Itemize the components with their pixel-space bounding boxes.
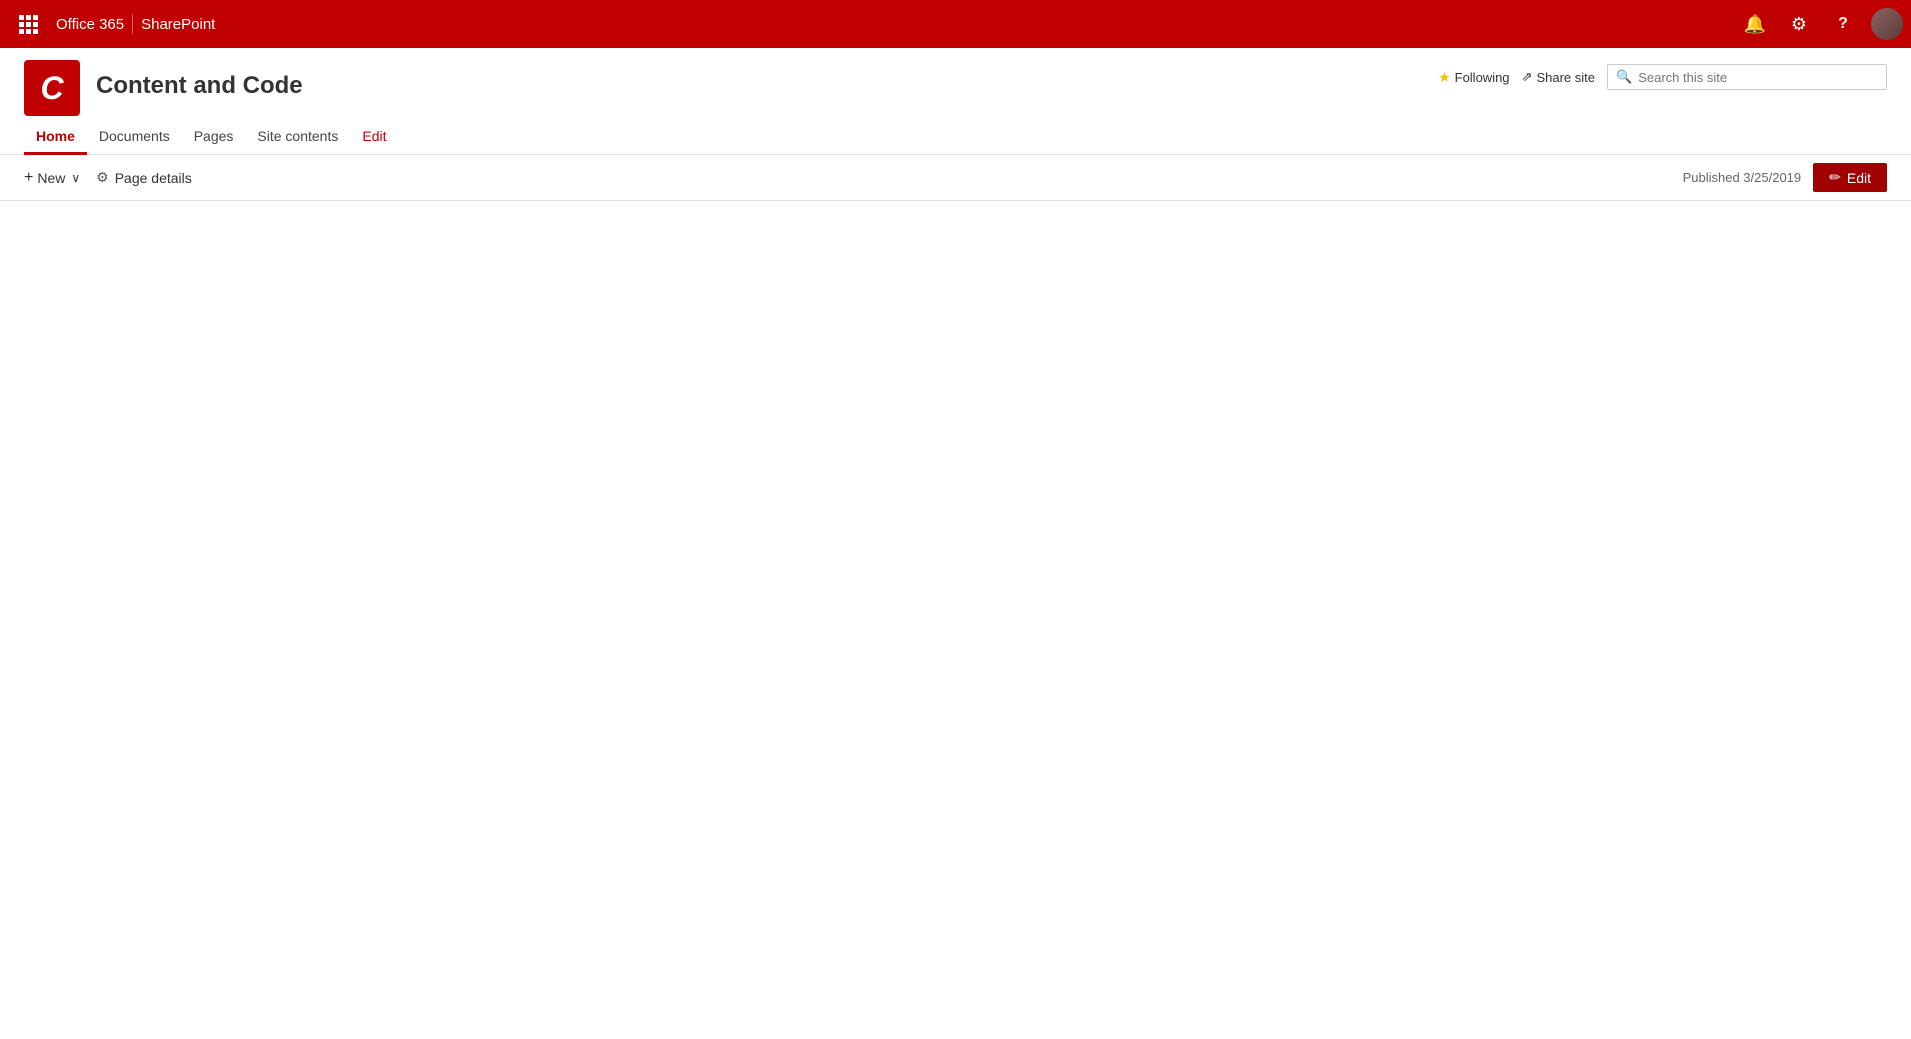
- nav-item-pages[interactable]: Pages: [182, 120, 246, 155]
- site-logo-letter: C: [40, 70, 63, 107]
- site-logo: C: [24, 60, 80, 116]
- top-bar-right: 🔔 ⚙ ?: [1735, 4, 1903, 44]
- top-navigation-bar: Office 365 SharePoint 🔔 ⚙ ?: [0, 0, 1911, 48]
- search-box[interactable]: 🔍: [1607, 64, 1887, 90]
- following-button[interactable]: ★ Following: [1438, 69, 1509, 86]
- edit-page-button[interactable]: ✏ Edit: [1813, 163, 1887, 192]
- share-site-button[interactable]: ⇗ Share site: [1522, 69, 1595, 85]
- share-icon: ⇗: [1522, 69, 1533, 85]
- help-icon: ?: [1838, 15, 1848, 33]
- search-input[interactable]: [1638, 70, 1878, 85]
- page-details-label: Page details: [115, 170, 192, 186]
- toolbar-right: Published 3/25/2019 ✏ Edit: [1683, 163, 1887, 192]
- star-icon: ★: [1438, 69, 1451, 86]
- site-identity: C Content and Code: [24, 60, 303, 116]
- site-header-top: C Content and Code ★ Following ⇗ Share s…: [24, 60, 1887, 116]
- share-label: Share site: [1536, 70, 1595, 85]
- site-title-container: Content and Code: [96, 72, 303, 104]
- site-title: Content and Code: [96, 72, 303, 100]
- office365-label: Office 365: [48, 14, 133, 34]
- settings-button[interactable]: ⚙: [1779, 4, 1819, 44]
- chevron-down-icon: ∨: [71, 171, 80, 185]
- avatar-image: [1871, 8, 1903, 40]
- plus-icon: +: [24, 169, 33, 187]
- nav-item-documents[interactable]: Documents: [87, 120, 182, 155]
- following-label: Following: [1455, 70, 1510, 85]
- nav-item-site-contents[interactable]: Site contents: [245, 120, 350, 155]
- user-avatar[interactable]: [1871, 8, 1903, 40]
- notifications-button[interactable]: 🔔: [1735, 4, 1775, 44]
- new-label: New: [37, 170, 65, 186]
- published-status: Published 3/25/2019: [1683, 170, 1802, 185]
- site-header-actions: ★ Following ⇗ Share site 🔍: [1438, 60, 1887, 90]
- page-details-gear-icon: ⚙: [96, 169, 109, 186]
- waffle-icon: [19, 15, 38, 34]
- sharepoint-label: SharePoint: [141, 16, 215, 33]
- page-content-area: [0, 201, 1911, 1001]
- site-navigation: Home Documents Pages Site contents Edit: [24, 120, 1887, 154]
- nav-item-home[interactable]: Home: [24, 120, 87, 155]
- page-toolbar: + New ∨ ⚙ Page details Published 3/25/20…: [0, 155, 1911, 201]
- search-icon: 🔍: [1616, 69, 1632, 85]
- site-header: C Content and Code ★ Following ⇗ Share s…: [0, 48, 1911, 155]
- pencil-icon: ✏: [1829, 169, 1841, 186]
- top-bar-left: Office 365 SharePoint: [8, 0, 215, 48]
- edit-button-label: Edit: [1847, 170, 1871, 186]
- bell-icon: 🔔: [1744, 14, 1766, 35]
- waffle-menu-button[interactable]: [8, 0, 48, 48]
- page-details-button[interactable]: ⚙ Page details: [96, 169, 192, 186]
- gear-icon: ⚙: [1791, 14, 1807, 35]
- nav-item-edit[interactable]: Edit: [350, 120, 398, 155]
- help-button[interactable]: ?: [1823, 4, 1863, 44]
- toolbar-left: + New ∨ ⚙ Page details: [24, 165, 192, 191]
- new-button[interactable]: + New ∨: [24, 165, 80, 191]
